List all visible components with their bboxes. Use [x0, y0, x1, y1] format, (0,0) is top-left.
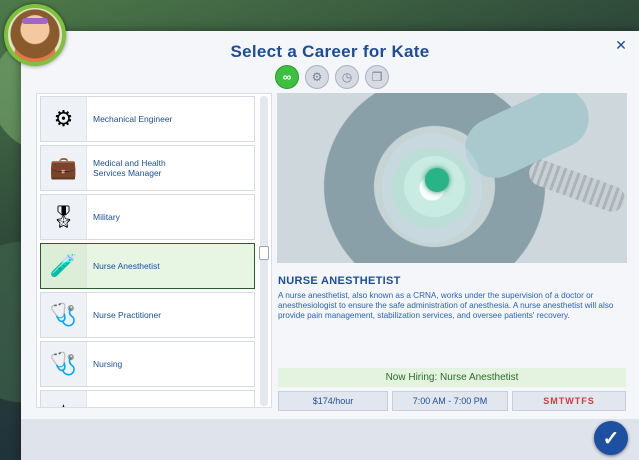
list-scrollbar[interactable]	[259, 96, 269, 406]
career-dialog: Select a Career for Kate ✕ ∞ ⚙ ◷ ❐ ⚙ Mec…	[21, 31, 639, 460]
dialog-title: Select a Career for Kate	[230, 42, 430, 61]
list-item-military[interactable]: 🎖 Military	[40, 194, 255, 240]
career-label: Mechanical Engineer	[93, 114, 173, 124]
day-wednesday: W	[565, 396, 575, 406]
tube-shape	[525, 156, 627, 216]
valve-shape	[425, 168, 449, 192]
dialog-footer	[21, 419, 639, 460]
list-item-nurse-practitioner[interactable]: 🩺 Nurse Practitioner	[40, 292, 255, 338]
career-list[interactable]: ⚙ Mechanical Engineer 💼 Medical and Heal…	[36, 93, 272, 408]
career-label: Military	[93, 212, 120, 222]
list-item-mechanical-engineer[interactable]: ⚙ Mechanical Engineer	[40, 96, 255, 142]
career-type-tabs: ∞ ⚙ ◷ ❐	[275, 65, 389, 89]
partial-icon: ★	[41, 391, 87, 407]
day-sunday: S	[543, 396, 551, 406]
list-item-medical-manager[interactable]: 💼 Medical and Health Services Manager	[40, 145, 255, 191]
career-label: Nursing	[93, 359, 123, 369]
stethoscope-icon: 🩺	[41, 293, 87, 337]
day-monday: M	[550, 396, 559, 406]
career-label: Nurse Anesthetist	[93, 261, 160, 271]
career-label: Medical and Health Services Manager	[93, 158, 166, 178]
career-label: Nurse Practitioner	[93, 310, 162, 320]
sim-portrait-avatar[interactable]	[4, 4, 66, 66]
tab-full-time-infinity-icon[interactable]: ∞	[275, 65, 299, 89]
list-item-nurse-anesthetist[interactable]: 🧪 Nurse Anesthetist	[40, 243, 255, 289]
list-item-partial[interactable]: ★	[40, 390, 255, 407]
tab-part-time-clock-icon[interactable]: ◷	[335, 65, 359, 89]
career-description: A nurse anesthetist, also known as a CRN…	[278, 291, 614, 320]
list-item-nursing[interactable]: 🩺 Nursing	[40, 341, 255, 387]
now-hiring-banner: Now Hiring: Nurse Anesthetist	[278, 368, 626, 387]
pink-vial-icon: 🧪	[41, 244, 87, 288]
gears-icon: ⚙	[41, 97, 87, 141]
briefcase-icon: 💼	[41, 146, 87, 190]
military-chevron-icon: 🎖	[41, 195, 87, 239]
tab-folders-icon[interactable]: ❐	[365, 65, 389, 89]
pay-rate: $174/hour	[278, 391, 388, 411]
career-info-row: $174/hour 7:00 AM - 7:00 PM S M T W T F …	[278, 391, 626, 411]
work-hours: 7:00 AM - 7:00 PM	[392, 391, 508, 411]
close-icon[interactable]: ✕	[614, 38, 628, 52]
tab-part-time-camera-icon[interactable]: ⚙	[305, 65, 329, 89]
career-name-heading: Nurse Anesthetist	[278, 275, 401, 287]
stethoscope-icon: 🩺	[41, 342, 87, 386]
scroll-thumb[interactable]	[259, 246, 269, 260]
work-days: S M T W T F S	[512, 391, 626, 411]
career-photo	[277, 93, 627, 263]
day-saturday: S	[587, 396, 595, 406]
confirm-checkmark-icon[interactable]: ✓	[594, 421, 628, 455]
